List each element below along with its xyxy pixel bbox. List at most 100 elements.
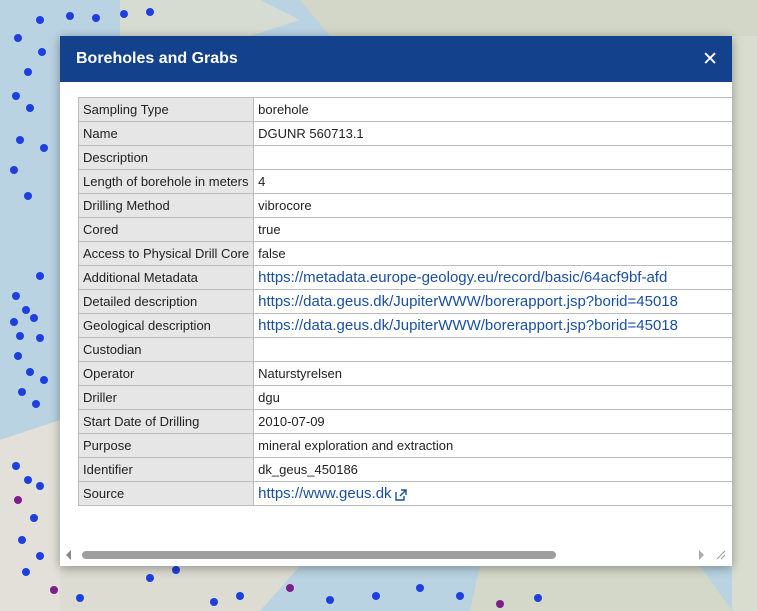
attribute-value: 2010-07-09 bbox=[253, 409, 732, 434]
map-point[interactable] bbox=[12, 292, 20, 300]
attribute-key: Name bbox=[78, 121, 255, 146]
map-point[interactable] bbox=[32, 400, 40, 408]
map-point[interactable] bbox=[22, 568, 30, 576]
map-point[interactable] bbox=[18, 388, 26, 396]
attribute-key: Operator bbox=[78, 361, 255, 386]
table-row: Detailed description https://data.geus.dk… bbox=[78, 289, 732, 314]
map-point[interactable] bbox=[50, 586, 58, 594]
table-row: Name DGUNR 560713.1 bbox=[78, 121, 732, 146]
map-point[interactable] bbox=[16, 332, 24, 340]
map-point[interactable] bbox=[30, 514, 38, 522]
attribute-key: Drilling Method bbox=[78, 193, 255, 218]
close-icon[interactable]: ✕ bbox=[702, 49, 718, 69]
map-point[interactable] bbox=[36, 16, 44, 24]
table-row: Additional Metadata https://metadata.euro… bbox=[78, 265, 732, 290]
attribute-value bbox=[253, 337, 732, 362]
map-point[interactable] bbox=[534, 594, 542, 602]
map-point[interactable] bbox=[24, 192, 32, 200]
attribute-key: Purpose bbox=[78, 433, 255, 458]
scroll-left-arrow-icon[interactable] bbox=[66, 550, 71, 560]
map-point[interactable] bbox=[30, 314, 38, 322]
map-point[interactable] bbox=[92, 14, 100, 22]
table-row: Operator Naturstyrelsen bbox=[78, 361, 732, 386]
attribute-key: Custodian bbox=[78, 337, 255, 362]
map-point[interactable] bbox=[26, 368, 34, 376]
map-point[interactable] bbox=[18, 536, 26, 544]
map-point[interactable] bbox=[16, 136, 24, 144]
map-point[interactable] bbox=[496, 600, 504, 608]
map-point[interactable] bbox=[36, 552, 44, 560]
map-point[interactable] bbox=[14, 352, 22, 360]
map-point[interactable] bbox=[38, 48, 46, 56]
attribute-key: Additional Metadata bbox=[78, 265, 255, 290]
attribute-value: 4 bbox=[253, 169, 732, 194]
attribute-key: Geological description bbox=[78, 313, 255, 338]
attribute-value[interactable]: https://metadata.europe-geology.eu/recor… bbox=[253, 265, 732, 290]
map-point[interactable] bbox=[172, 566, 180, 574]
attribute-key: Detailed description bbox=[78, 289, 255, 314]
map-point[interactable] bbox=[66, 12, 74, 20]
map-point[interactable] bbox=[24, 476, 32, 484]
attribute-key: Cored bbox=[78, 217, 255, 242]
attribute-key: Driller bbox=[78, 385, 255, 410]
map-point[interactable] bbox=[36, 482, 44, 490]
attribute-value[interactable]: https://www.geus.dk bbox=[253, 481, 732, 506]
scroll-right-arrow-icon[interactable] bbox=[699, 550, 704, 560]
map-point[interactable] bbox=[146, 574, 154, 582]
attribute-link[interactable]: https://data.geus.dk/JupiterWWW/borerapp… bbox=[258, 317, 678, 334]
map-point[interactable] bbox=[22, 306, 30, 314]
map-point[interactable] bbox=[26, 104, 34, 112]
table-row: Description bbox=[78, 145, 732, 170]
attribute-link[interactable]: https://metadata.europe-geology.eu/recor… bbox=[258, 269, 667, 286]
resize-grip-icon[interactable] bbox=[714, 548, 726, 560]
attribute-value: borehole bbox=[253, 97, 732, 122]
map-point[interactable] bbox=[416, 584, 424, 592]
map-point[interactable] bbox=[40, 376, 48, 384]
table-row: Purpose mineral exploration and extractio… bbox=[78, 433, 732, 458]
table-row: Cored true bbox=[78, 217, 732, 242]
map-point[interactable] bbox=[120, 10, 128, 18]
map-point[interactable] bbox=[40, 144, 48, 152]
attribute-table-container[interactable]: Sampling Type borehole Name DGUNR 560713.1 D… bbox=[78, 97, 732, 565]
map-point[interactable] bbox=[12, 92, 20, 100]
map-point[interactable] bbox=[146, 8, 154, 16]
attribute-key: Identifier bbox=[78, 457, 255, 482]
map-point[interactable] bbox=[36, 334, 44, 342]
attribute-value: dk_geus_450186 bbox=[253, 457, 732, 482]
attribute-value bbox=[253, 145, 732, 170]
map-point[interactable] bbox=[14, 496, 22, 504]
attribute-value[interactable]: https://data.geus.dk/JupiterWWW/borerapp… bbox=[253, 313, 732, 338]
table-row: Identifier dk_geus_450186 bbox=[78, 457, 732, 482]
popup-dialog: Boreholes and Grabs ✕ Sampling Type boreh… bbox=[60, 36, 732, 566]
attribute-link[interactable]: https://data.geus.dk/JupiterWWW/borerapp… bbox=[258, 293, 678, 310]
table-row: Access to Physical Drill Core false bbox=[78, 241, 732, 266]
map-point[interactable] bbox=[10, 318, 18, 326]
map-point[interactable] bbox=[12, 462, 20, 470]
map-point[interactable] bbox=[236, 592, 244, 600]
table-row: Start Date of Drilling 2010-07-09 bbox=[78, 409, 732, 434]
attribute-value[interactable]: https://data.geus.dk/JupiterWWW/borerapp… bbox=[253, 289, 732, 314]
attribute-value: vibrocore bbox=[253, 193, 732, 218]
map-point[interactable] bbox=[456, 592, 464, 600]
external-link-icon[interactable] bbox=[394, 488, 407, 501]
table-row: Drilling Method vibrocore bbox=[78, 193, 732, 218]
map-point[interactable] bbox=[24, 68, 32, 76]
map-point[interactable] bbox=[14, 34, 22, 42]
map-point[interactable] bbox=[10, 166, 18, 174]
horizontal-scrollbar[interactable] bbox=[64, 548, 728, 562]
attribute-key: Start Date of Drilling bbox=[78, 409, 255, 434]
scrollbar-thumb[interactable] bbox=[82, 551, 556, 559]
table-row: Custodian bbox=[78, 337, 732, 362]
map-point[interactable] bbox=[210, 598, 218, 606]
attribute-value: mineral exploration and extraction bbox=[253, 433, 732, 458]
attribute-value: false bbox=[253, 241, 732, 266]
map-point[interactable] bbox=[372, 592, 380, 600]
attribute-value: dgu bbox=[253, 385, 732, 410]
table-row: Driller dgu bbox=[78, 385, 732, 410]
attribute-link[interactable]: https://www.geus.dk bbox=[258, 485, 391, 502]
map-point[interactable] bbox=[326, 596, 334, 604]
popup-header: Boreholes and Grabs ✕ bbox=[60, 36, 732, 82]
map-point[interactable] bbox=[76, 594, 84, 602]
map-point[interactable] bbox=[36, 272, 44, 280]
map-point[interactable] bbox=[286, 584, 294, 592]
